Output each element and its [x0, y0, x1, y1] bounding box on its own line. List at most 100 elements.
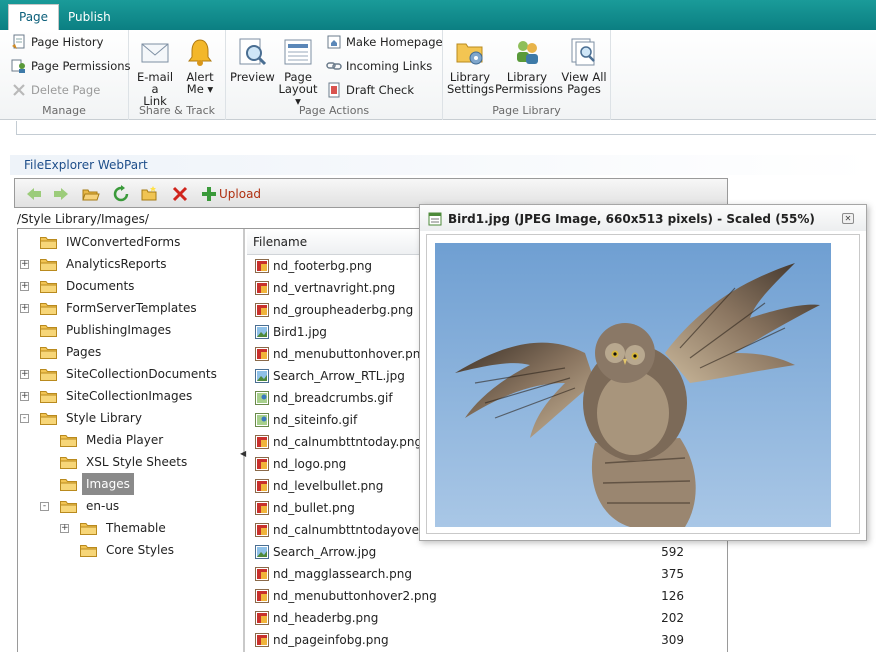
file-size: 126 — [661, 589, 684, 603]
file-name: nd_levelbullet.png — [273, 479, 384, 493]
file-size: 202 — [661, 611, 684, 625]
page-history-button[interactable]: Page History — [11, 32, 103, 52]
folder-icon — [60, 479, 77, 491]
document-icon — [428, 212, 442, 226]
page-layout-icon — [284, 39, 312, 65]
file-size: 309 — [661, 633, 684, 647]
file-row[interactable]: nd_menubuttonhover2.png 126 — [247, 585, 727, 607]
file-name: nd_breadcrumbs.gif — [273, 391, 393, 405]
file-name: nd_menubuttonhover.png — [273, 347, 429, 361]
png-file-icon — [255, 281, 269, 295]
folder-icon — [80, 545, 97, 557]
make-homepage-button[interactable]: Make Homepage — [326, 32, 443, 52]
png-file-icon — [255, 347, 269, 361]
webpart-title-bar: FileExplorer WebPart — [10, 155, 876, 175]
png-file-icon — [255, 303, 269, 317]
refresh-icon[interactable] — [112, 185, 130, 203]
page-layout-button[interactable]: Page Layout ▾ — [276, 36, 320, 107]
draft-check-label: Draft Check — [346, 83, 415, 97]
file-row[interactable]: Search_Arrow.jpg 592 — [247, 541, 727, 563]
alert-me-label-2: Me ▾ — [186, 82, 214, 96]
preview-header: Bird1.jpg (JPEG Image, 660x513 pixels) -… — [420, 205, 866, 231]
expand-icon[interactable]: + — [60, 524, 69, 533]
collapse-icon[interactable]: - — [40, 502, 49, 511]
page-permissions-button[interactable]: Page Permissions — [11, 56, 131, 76]
library-settings-label-2: Settings — [447, 82, 495, 96]
folder-tree: IWConvertedForms AnalyticsReports + Documen… — [18, 229, 243, 652]
upload-button[interactable]: Upload — [201, 185, 261, 203]
tree-node-label: Documents — [66, 279, 135, 293]
tree-node-label: Core Styles — [106, 543, 174, 557]
ribbon-group-page-actions: Preview Page Layout ▾ Make Homepage Inco… — [226, 30, 443, 120]
png-file-icon — [255, 435, 269, 449]
view-all-pages-button[interactable]: View All Pages — [561, 36, 607, 95]
column-header-filename[interactable]: Filename — [253, 235, 307, 249]
file-row[interactable]: nd_pageinfobg.png 309 — [247, 629, 727, 651]
folder-icon — [60, 457, 77, 469]
folder-icon — [60, 435, 77, 447]
tree-node-label: SiteCollectionImages — [66, 389, 193, 403]
make-homepage-label: Make Homepage — [346, 35, 443, 49]
draft-check-button[interactable]: Draft Check — [326, 80, 414, 100]
folder-icon — [40, 325, 57, 337]
incoming-links-label: Incoming Links — [346, 59, 433, 73]
page-permissions-label: Page Permissions — [31, 59, 131, 73]
folder-icon — [40, 237, 57, 249]
file-name: Bird1.jpg — [273, 325, 327, 339]
ribbon-group-manage: Page History Page Permissions Delete Pag… — [0, 30, 131, 120]
alert-me-button[interactable]: Alert Me ▾ — [182, 36, 218, 95]
pane-splitter[interactable] — [243, 229, 245, 652]
open-folder-icon[interactable] — [82, 185, 100, 203]
envelope-icon — [141, 43, 169, 63]
expand-icon[interactable]: + — [20, 304, 29, 313]
collapse-arrow-icon[interactable]: ◀ — [240, 447, 246, 461]
tab-publish[interactable]: Publish — [58, 5, 121, 30]
expand-icon[interactable]: + — [20, 370, 29, 379]
library-permissions-button[interactable]: Library Permissions — [495, 36, 563, 95]
png-file-icon — [255, 501, 269, 515]
png-file-icon — [255, 457, 269, 471]
jpg-file-icon — [255, 545, 269, 559]
group-label-page-library: Page Library — [492, 104, 561, 117]
png-file-icon — [255, 259, 269, 273]
file-name: nd_siteinfo.gif — [273, 413, 358, 427]
gif-file-icon — [255, 391, 269, 405]
expand-icon[interactable]: + — [20, 260, 29, 269]
delete-page-button[interactable]: Delete Page — [11, 80, 100, 100]
file-size: 375 — [661, 567, 684, 581]
current-path: /Style Library/Images/ — [17, 212, 149, 226]
view-all-pages-icon — [571, 38, 595, 66]
new-folder-icon[interactable] — [141, 185, 159, 203]
expand-icon[interactable]: + — [20, 392, 29, 401]
preview-button[interactable]: Preview — [230, 36, 275, 83]
draft-check-icon — [328, 82, 340, 98]
close-icon[interactable]: ✕ — [842, 213, 854, 224]
webpart-title[interactable]: FileExplorer WebPart — [24, 158, 148, 172]
tree-node-label: Style Library — [66, 411, 142, 425]
file-name: nd_groupheaderbg.png — [273, 303, 414, 317]
expand-icon[interactable]: + — [20, 282, 29, 291]
homepage-icon — [327, 35, 341, 49]
library-settings-button[interactable]: Library Settings — [447, 36, 495, 96]
collapse-icon[interactable]: - — [20, 414, 29, 423]
ribbon-group-share-track: E-mail a Link Alert Me ▾ Share & Track — [129, 30, 226, 120]
ribbon-group-page-library: Library Settings Library Permissions Vie… — [443, 30, 611, 120]
forward-arrow-icon[interactable] — [52, 185, 70, 203]
group-label-page-actions: Page Actions — [298, 104, 370, 117]
delete-x-icon[interactable] — [171, 185, 189, 203]
folder-icon — [60, 501, 77, 513]
folder-icon — [40, 259, 57, 271]
png-file-icon — [255, 611, 269, 625]
file-name: nd_pageinfobg.png — [273, 633, 389, 647]
tree-node-label: Images — [82, 473, 134, 495]
back-arrow-icon[interactable] — [25, 185, 43, 203]
file-name: nd_headerbg.png — [273, 611, 379, 625]
tree-node-label: AnalyticsReports — [66, 257, 167, 271]
folder-icon — [40, 369, 57, 381]
tab-page[interactable]: Page — [8, 4, 60, 31]
file-row[interactable]: nd_magglassearch.png 375 — [247, 563, 727, 585]
incoming-links-button[interactable]: Incoming Links — [326, 56, 432, 76]
file-row[interactable]: nd_headerbg.png 202 — [247, 607, 727, 629]
folder-icon — [40, 281, 57, 293]
email-link-button[interactable]: E-mail a Link — [134, 36, 176, 107]
